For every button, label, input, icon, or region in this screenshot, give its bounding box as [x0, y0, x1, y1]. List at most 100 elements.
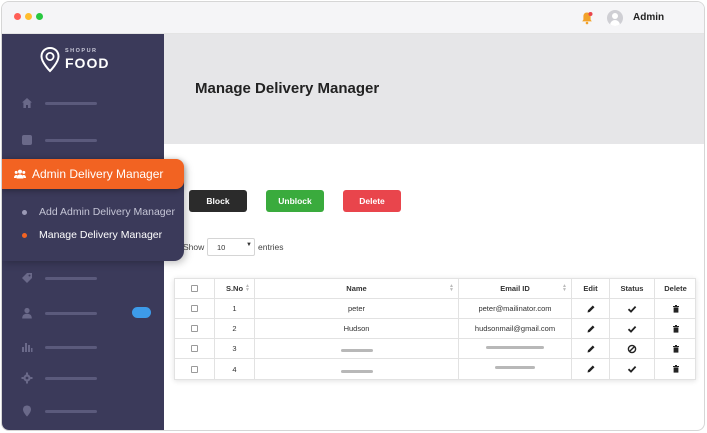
- delete-cell: [655, 299, 696, 319]
- chart-icon[interactable]: [21, 341, 33, 353]
- delete-cell: [655, 359, 696, 379]
- edit-pencil-icon[interactable]: [586, 304, 596, 314]
- sidebar-item-label: Admin Delivery Manager: [32, 167, 164, 181]
- user-icon[interactable]: [21, 307, 33, 319]
- maximize-window-button[interactable]: [36, 13, 43, 20]
- admin-name[interactable]: Admin: [633, 12, 664, 23]
- users-icon: [14, 169, 26, 179]
- delivery-manager-table: S.No ▲ ▼ Name ▲ ▼ Email ID ▲ ▼ Edit Status Del…: [174, 278, 696, 380]
- row-checkbox[interactable]: [191, 325, 198, 332]
- edit-pencil-icon[interactable]: [586, 324, 596, 334]
- submenu-item-label: Add Admin Delivery Manager: [39, 206, 175, 218]
- blocked-icon[interactable]: [627, 344, 637, 354]
- nav-item-placeholder[interactable]: [45, 102, 97, 105]
- close-window-button[interactable]: [14, 13, 21, 20]
- brand-big-text: FOOD: [65, 55, 110, 71]
- gear-icon[interactable]: [21, 372, 33, 384]
- entries-label: entries: [258, 242, 284, 252]
- edit-cell: [572, 299, 610, 319]
- location-icon[interactable]: [21, 405, 33, 417]
- select-all-checkbox[interactable]: [191, 285, 198, 292]
- email-cell: [459, 359, 572, 379]
- chevron-down-icon: ▼: [246, 242, 252, 248]
- browser-window: Admin SHOPUR FOOD Manage Delivery Manage…: [1, 1, 705, 431]
- email-placeholder-bar: [486, 345, 544, 349]
- edit-pencil-icon[interactable]: [586, 364, 596, 374]
- entries-select[interactable]: 10 ▼: [207, 238, 255, 256]
- location-pin-logo-icon: [40, 47, 60, 73]
- column-header-name[interactable]: Name ▲ ▼: [255, 279, 459, 299]
- column-header-label: S.No: [225, 284, 244, 293]
- nav-item-placeholder[interactable]: [45, 410, 97, 413]
- column-header-status: Status: [610, 279, 655, 299]
- status-cell: [610, 339, 655, 359]
- user-avatar-icon[interactable]: [607, 10, 623, 26]
- delete-button[interactable]: Delete: [343, 190, 401, 212]
- sno-cell: 3: [215, 339, 255, 359]
- status-cell: [610, 299, 655, 319]
- column-header-email[interactable]: Email ID ▲ ▼: [459, 279, 572, 299]
- row-select-cell: [175, 359, 215, 379]
- trash-icon[interactable]: [671, 304, 681, 314]
- edit-cell: [572, 359, 610, 379]
- page-title: Manage Delivery Manager: [195, 80, 380, 97]
- sidebar-item-admin-delivery-manager[interactable]: Admin Delivery Manager: [2, 159, 184, 189]
- column-header-sno[interactable]: S.No ▲ ▼: [215, 279, 255, 299]
- name-placeholder-bar: [340, 349, 373, 352]
- column-header-label: Name: [346, 284, 367, 293]
- column-header-delete: Delete: [655, 279, 696, 299]
- column-header-label: Status: [620, 284, 644, 293]
- row-select-cell: [175, 299, 215, 319]
- bullet-icon: [22, 233, 27, 238]
- name-cell: [255, 359, 459, 379]
- tag-icon[interactable]: [21, 272, 33, 284]
- sort-icon: ▲ ▼: [562, 283, 567, 293]
- delete-cell: [655, 319, 696, 339]
- row-checkbox[interactable]: [191, 305, 198, 312]
- check-icon[interactable]: [627, 324, 637, 334]
- bell-icon[interactable]: [580, 11, 594, 25]
- brand-small-text: SHOPUR: [65, 48, 98, 54]
- minimize-window-button[interactable]: [25, 13, 32, 20]
- edit-pencil-icon[interactable]: [586, 344, 596, 354]
- trash-icon[interactable]: [671, 324, 681, 334]
- check-icon[interactable]: [627, 304, 637, 314]
- nav-item-placeholder[interactable]: [45, 139, 97, 142]
- nav-item-placeholder[interactable]: [45, 377, 97, 380]
- trash-icon[interactable]: [671, 364, 681, 374]
- row-checkbox[interactable]: [191, 345, 198, 352]
- column-header-label: Edit: [583, 284, 598, 293]
- name-cell: peter: [255, 299, 459, 319]
- row-checkbox[interactable]: [191, 365, 198, 373]
- block-button[interactable]: Block: [189, 190, 247, 212]
- nav-item-placeholder[interactable]: [45, 277, 97, 280]
- sno-cell: 1: [215, 299, 255, 319]
- check-icon[interactable]: [627, 364, 637, 374]
- select-all-header: [175, 279, 215, 299]
- status-cell: [610, 319, 655, 339]
- submenu-item-label: Manage Delivery Manager: [39, 229, 163, 241]
- name-cell: [255, 339, 459, 359]
- bullet-icon: [22, 210, 27, 215]
- email-cell: hudsonmail@gmail.com: [459, 319, 572, 339]
- delete-cell: [655, 339, 696, 359]
- home-icon[interactable]: [21, 97, 33, 109]
- sno-cell: 4: [215, 359, 255, 379]
- entries-select-value: 10: [217, 243, 226, 252]
- column-header-label: Email ID: [500, 284, 530, 293]
- nav-item-placeholder[interactable]: [45, 312, 97, 315]
- brand-logo[interactable]: SHOPUR FOOD: [40, 46, 120, 74]
- unblock-button[interactable]: Unblock: [266, 190, 324, 212]
- column-header-edit: Edit: [572, 279, 610, 299]
- nav-item-placeholder[interactable]: [45, 346, 97, 349]
- status-cell: [610, 359, 655, 379]
- sno-cell: 2: [215, 319, 255, 339]
- email-cell: [459, 339, 572, 359]
- square-icon[interactable]: [21, 134, 33, 146]
- trash-icon[interactable]: [671, 344, 681, 354]
- toggle-switch[interactable]: [132, 307, 151, 318]
- email-placeholder-bar: [495, 366, 535, 369]
- name-cell: Hudson: [255, 319, 459, 339]
- edit-cell: [572, 319, 610, 339]
- sort-icon: ▲ ▼: [245, 283, 250, 293]
